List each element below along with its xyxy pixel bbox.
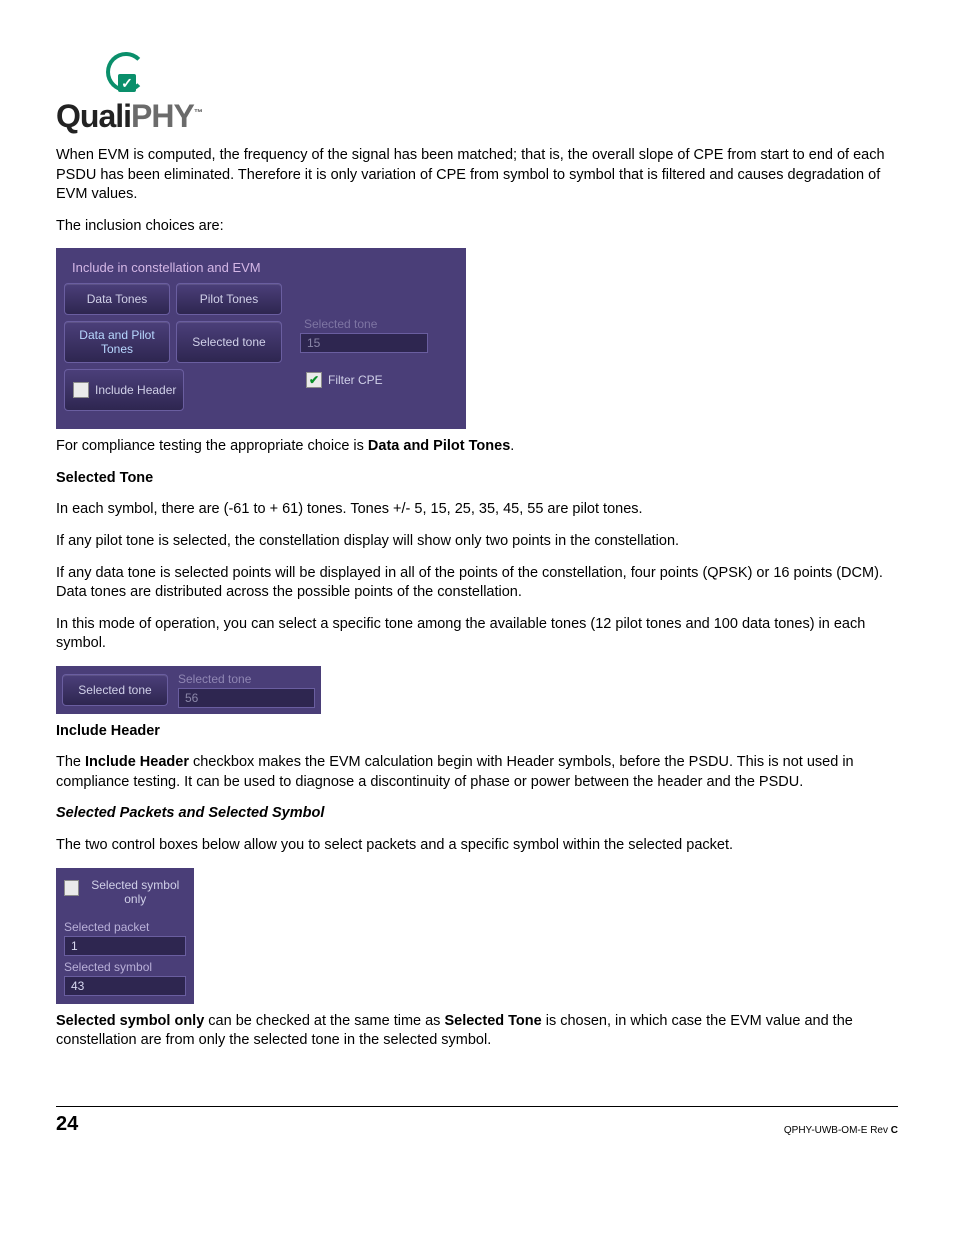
- data-tones-button[interactable]: Data Tones: [64, 283, 170, 315]
- qualiphy-logo: ✓ QualiPHY™: [56, 50, 898, 140]
- selected-tone-button[interactable]: Selected tone: [62, 674, 168, 706]
- checkbox-icon: [64, 880, 79, 896]
- selected-packet-input[interactable]: [64, 936, 186, 956]
- logo-mark: ✓: [104, 50, 152, 98]
- section-heading: Include Header: [56, 722, 898, 742]
- body-paragraph: The two control boxes below allow you to…: [56, 836, 898, 856]
- body-paragraph: The inclusion choices are:: [56, 217, 898, 237]
- selected-tone-panel: Selected tone Selected tone: [56, 666, 321, 714]
- body-paragraph: If any pilot tone is selected, the const…: [56, 532, 898, 552]
- body-paragraph: For compliance testing the appropriate c…: [56, 437, 898, 457]
- include-header-checkbox[interactable]: Include Header: [64, 369, 184, 411]
- body-paragraph: When EVM is computed, the frequency of t…: [56, 146, 898, 205]
- body-paragraph: In each symbol, there are (-61 to + 61) …: [56, 500, 898, 520]
- selected-packets-symbol-panel: Selected symbol only Selected packet Sel…: [56, 868, 194, 1004]
- checkbox-label: Selected symbol only: [85, 878, 186, 907]
- body-paragraph: In this mode of operation, you can selec…: [56, 615, 898, 654]
- logo-text: QualiPHY™: [56, 98, 202, 134]
- body-paragraph: If any data tone is selected points will…: [56, 564, 898, 603]
- include-constellation-evm-panel: Include in constellation and EVM Data To…: [56, 248, 466, 429]
- section-heading: Selected Tone: [56, 469, 898, 489]
- selected-symbol-label: Selected symbol: [64, 956, 186, 976]
- body-paragraph: The Include Header checkbox makes the EV…: [56, 753, 898, 792]
- data-and-pilot-tones-button[interactable]: Data and Pilot Tones: [64, 321, 170, 363]
- selected-packet-label: Selected packet: [64, 916, 186, 936]
- selected-symbol-input[interactable]: [64, 976, 186, 996]
- selected-symbol-only-checkbox[interactable]: Selected symbol only: [64, 876, 186, 916]
- selected-tone-button[interactable]: Selected tone: [176, 321, 282, 363]
- selected-tone-label: Selected tone: [300, 315, 428, 333]
- filter-cpe-checkbox[interactable]: Filter CPE: [300, 365, 428, 395]
- pilot-tones-button[interactable]: Pilot Tones: [176, 283, 282, 315]
- panel-title: Include in constellation and EVM: [64, 258, 458, 283]
- page-footer: 24 QPHY-UWB-OM-E Rev C: [56, 1106, 898, 1136]
- checkbox-label: Filter CPE: [328, 373, 383, 387]
- checkbox-icon: [306, 372, 322, 388]
- page-number: 24: [56, 1113, 78, 1136]
- selected-tone-input[interactable]: [300, 333, 428, 353]
- checkbox-label: Include Header: [95, 384, 176, 397]
- body-paragraph: Selected symbol only can be checked at t…: [56, 1012, 898, 1051]
- section-heading: Selected Packets and Selected Symbol: [56, 804, 898, 824]
- selected-tone-input[interactable]: [178, 688, 315, 708]
- document-revision: QPHY-UWB-OM-E Rev C: [784, 1125, 898, 1136]
- selected-tone-label: Selected tone: [178, 672, 315, 688]
- checkbox-icon: [73, 382, 89, 398]
